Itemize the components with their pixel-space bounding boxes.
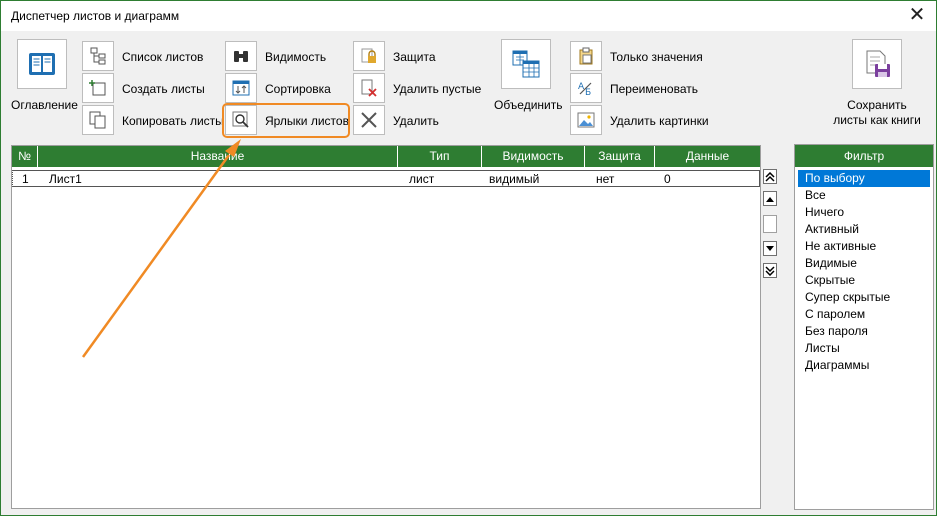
sheet-tabs-highlight: [222, 103, 350, 138]
close-icon[interactable]: ✕: [906, 4, 928, 26]
book-icon: [29, 53, 55, 75]
visibility-button[interactable]: [225, 41, 257, 71]
double-chevron-down-icon: [765, 265, 775, 276]
delete-empty-label[interactable]: Удалить пустые: [393, 82, 481, 96]
clipboard-icon: [579, 47, 593, 65]
save-book-icon: [866, 50, 890, 77]
table-header: № Название Тип Видимость Защита Данные: [12, 146, 760, 167]
delete-icon: [361, 112, 377, 128]
delete-empty-icon: [361, 79, 377, 97]
scroll-thumb[interactable]: [763, 215, 777, 233]
filter-item-with-password[interactable]: С паролем: [798, 306, 930, 323]
move-up-button[interactable]: [763, 191, 777, 206]
cell-protection: нет: [596, 172, 615, 186]
rename-label[interactable]: Переименовать: [610, 82, 698, 96]
filter-item-active[interactable]: Активный: [798, 221, 930, 238]
move-down-button[interactable]: [763, 241, 777, 256]
filter-item-all[interactable]: Все: [798, 187, 930, 204]
filter-item-very-hidden[interactable]: Супер скрытые: [798, 289, 930, 306]
filter-item-without-password[interactable]: Без пароля: [798, 323, 930, 340]
values-only-button[interactable]: [570, 41, 602, 71]
triangle-down-icon: [766, 245, 774, 251]
filter-list[interactable]: Фильтр По выбору Все Ничего Активный Не …: [794, 144, 934, 510]
sort-button[interactable]: [225, 73, 257, 103]
delete-pictures-label[interactable]: Удалить картинки: [610, 114, 709, 128]
title-bar: Диспетчер листов и диаграмм ✕: [1, 1, 936, 31]
filter-item-charts[interactable]: Диаграммы: [798, 357, 930, 374]
cell-number: 1: [22, 172, 29, 186]
save-sheets-as-books-label-2[interactable]: листы как книги: [829, 113, 925, 127]
copy-icon: [89, 111, 106, 129]
protection-button[interactable]: [353, 41, 385, 71]
column-header-number[interactable]: №: [12, 146, 38, 167]
sheets-table[interactable]: № Название Тип Видимость Защита Данные 1…: [11, 145, 761, 509]
rename-button[interactable]: A Б: [570, 73, 602, 103]
values-only-label[interactable]: Только значения: [610, 50, 703, 64]
double-chevron-up-icon: [765, 171, 775, 182]
filter-header: Фильтр: [795, 145, 933, 167]
new-sheet-icon: [89, 80, 106, 96]
delete-button[interactable]: [353, 105, 385, 135]
cell-visibility: видимый: [489, 172, 540, 186]
cell-type: лист: [409, 172, 435, 186]
triangle-up-icon: [766, 196, 774, 202]
binoculars-icon: [234, 51, 248, 62]
column-header-type[interactable]: Тип: [398, 146, 482, 167]
create-sheets-button[interactable]: [82, 73, 114, 103]
column-header-protection[interactable]: Защита: [585, 146, 655, 167]
sort-icon: [232, 80, 250, 96]
copy-sheets-label[interactable]: Копировать листы: [122, 114, 224, 128]
create-sheets-label[interactable]: Создать листы: [122, 82, 205, 96]
save-sheets-as-books-label-1[interactable]: Сохранить: [837, 98, 917, 112]
toc-label[interactable]: Оглавление: [11, 98, 78, 112]
filter-item-sheets[interactable]: Листы: [798, 340, 930, 357]
table-row[interactable]: 1 Лист1 лист видимый нет 0: [12, 170, 760, 187]
toc-button[interactable]: [17, 39, 67, 89]
move-to-bottom-button[interactable]: [763, 263, 777, 278]
tree-icon: [90, 47, 106, 65]
lock-icon: [361, 48, 376, 63]
merge-button[interactable]: [501, 39, 551, 89]
svg-text:Б: Б: [585, 88, 591, 97]
copy-sheets-button[interactable]: [82, 105, 114, 135]
filter-item-visible[interactable]: Видимые: [798, 255, 930, 272]
merge-sheets-icon: [512, 50, 540, 78]
move-to-top-button[interactable]: [763, 169, 777, 184]
window-title: Диспетчер листов и диаграмм: [11, 9, 180, 23]
filter-item-inactive[interactable]: Не активные: [798, 238, 930, 255]
column-header-data[interactable]: Данные: [655, 146, 760, 167]
delete-label[interactable]: Удалить: [393, 114, 439, 128]
cell-name: Лист1: [49, 172, 82, 186]
save-sheets-as-books-button[interactable]: [852, 39, 902, 89]
column-header-visibility[interactable]: Видимость: [482, 146, 585, 167]
cell-data: 0: [664, 172, 671, 186]
filter-item-hidden[interactable]: Скрытые: [798, 272, 930, 289]
filter-item-none[interactable]: Ничего: [798, 204, 930, 221]
protection-label[interactable]: Защита: [393, 50, 436, 64]
merge-label[interactable]: Объединить: [494, 98, 563, 112]
column-header-name[interactable]: Название: [38, 146, 398, 167]
visibility-label[interactable]: Видимость: [265, 50, 326, 64]
sheet-list-button[interactable]: [82, 41, 114, 71]
picture-icon: [577, 112, 595, 128]
rename-icon: A Б: [578, 82, 592, 97]
sheet-manager-window: Диспетчер листов и диаграмм ✕ Оглавление…: [0, 0, 937, 516]
sort-label[interactable]: Сортировка: [265, 82, 331, 96]
filter-item-by-choice[interactable]: По выбору: [798, 170, 930, 187]
sheet-list-label[interactable]: Список листов: [122, 50, 203, 64]
delete-empty-button[interactable]: [353, 73, 385, 103]
delete-pictures-button[interactable]: [570, 105, 602, 135]
